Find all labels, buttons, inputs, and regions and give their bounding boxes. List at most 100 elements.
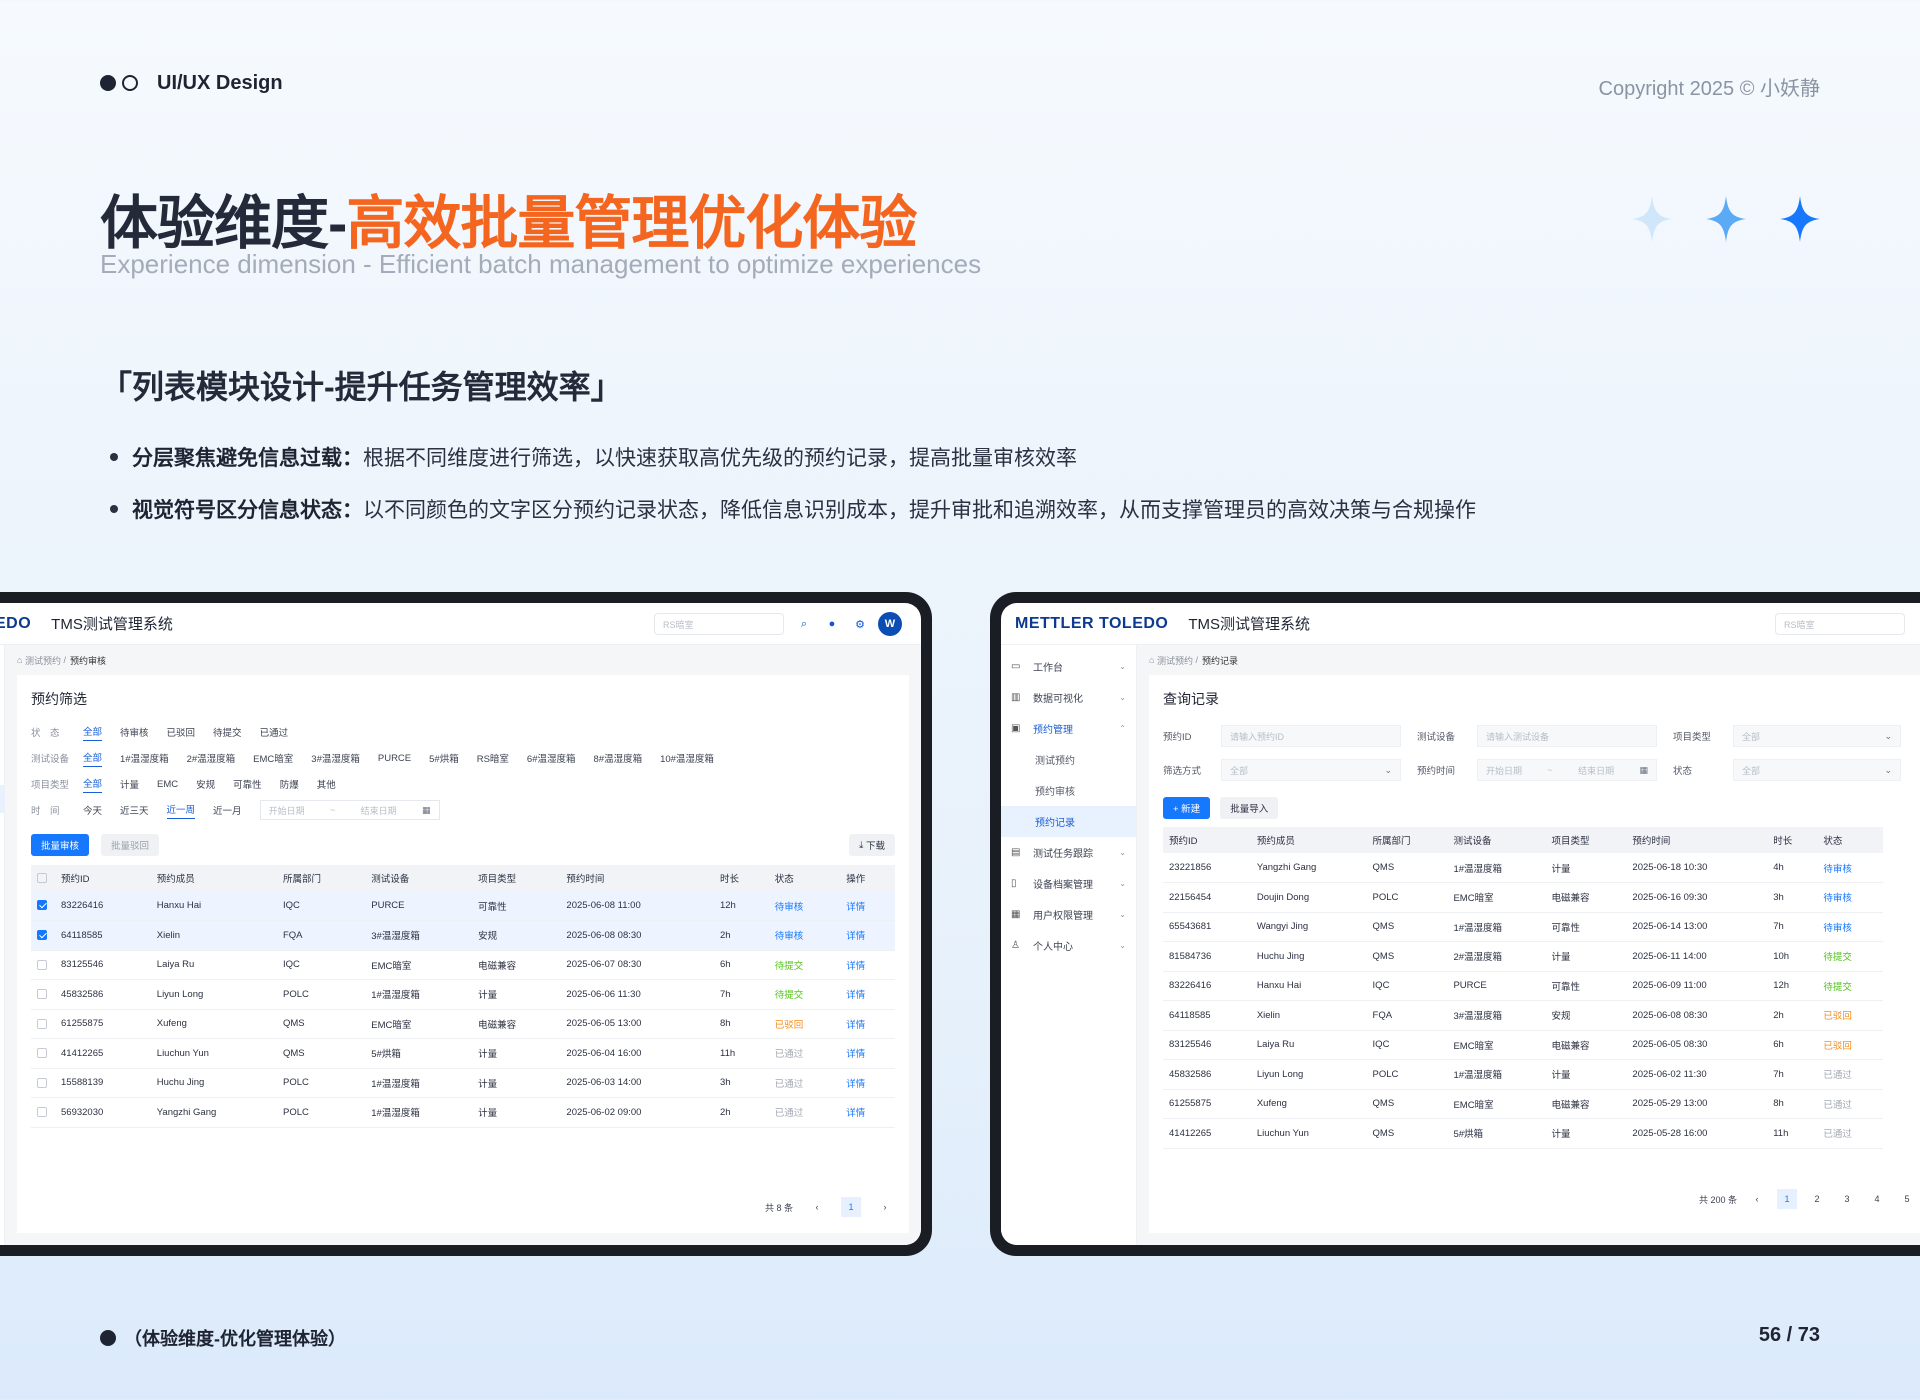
sidebar-item[interactable]: ▭ 工作台 ⌄: [1001, 651, 1136, 682]
table-row[interactable]: 61255875 Xufeng QMS EMC暗室 电磁兼容 2025-06-05 13:…: [31, 1009, 895, 1039]
sidebar-item[interactable]: ▯ 设备档案管理 ⌄: [1001, 868, 1136, 899]
table-row[interactable]: 23221856 Yangzhi Gang QMS 1#温湿度箱 计量 2025-06-1…: [1163, 853, 1883, 883]
detail-link[interactable]: 详情: [840, 1038, 895, 1069]
table-row[interactable]: 81584736 Huchu Jing QMS 2#温湿度箱 计量 2025-06-11 …: [1163, 941, 1883, 972]
filter-option[interactable]: 全部: [83, 750, 103, 767]
sidebar-item[interactable]: 预约审核: [1001, 775, 1136, 806]
filter-option[interactable]: 5#烘箱: [429, 751, 459, 765]
row-checkbox[interactable]: [31, 1068, 55, 1098]
detail-link[interactable]: 详情: [840, 1009, 895, 1039]
filter-option[interactable]: 已驳回: [167, 725, 196, 739]
download-button[interactable]: ⤓ 下载: [849, 834, 895, 856]
filter-option[interactable]: 10#温湿度箱: [660, 751, 714, 765]
sidebar-item[interactable]: ▥ 数据可视化 ⌄: [1001, 682, 1136, 713]
table-row[interactable]: 83125546 Laiya Ru IQC EMC暗室 电磁兼容 2025-06-07 0…: [31, 950, 895, 980]
filter-option[interactable]: 3#温湿度箱: [311, 751, 360, 765]
filter-option[interactable]: 其他: [317, 777, 336, 791]
breadcrumb-item[interactable]: 测试预约: [1157, 654, 1193, 667]
row-checkbox[interactable]: [31, 1009, 55, 1039]
detail-link[interactable]: 详情: [840, 950, 895, 980]
filter-option[interactable]: EMC: [157, 779, 178, 790]
filter-option[interactable]: 今天: [83, 803, 102, 817]
table-row[interactable]: 45832586 Liyun Long POLC 1#温湿度箱 计量 2025-06-02…: [1163, 1059, 1883, 1090]
date-range[interactable]: 开始日期 ~ 结束日期 ▦: [1477, 759, 1657, 781]
filter-option[interactable]: 可靠性: [233, 777, 262, 791]
sidebar-item[interactable]: 测试预约: [1001, 744, 1136, 775]
prev-page-button[interactable]: ‹: [807, 1197, 827, 1217]
filter-option[interactable]: 近一月: [213, 803, 242, 817]
filter-option[interactable]: 待审核: [120, 725, 149, 739]
device-input[interactable]: 请输入测试设备: [1477, 725, 1657, 747]
table-row[interactable]: 61255875 Xufeng QMS EMC暗室 电磁兼容 2025-05-29 13:…: [1163, 1089, 1883, 1119]
filter-option[interactable]: 6#温湿度箱: [527, 751, 576, 765]
row-checkbox[interactable]: [31, 1097, 55, 1128]
bell-icon[interactable]: ●: [821, 613, 843, 635]
breadcrumb-item[interactable]: 测试预约: [25, 654, 61, 667]
filter-option[interactable]: 防爆: [280, 777, 299, 791]
new-button[interactable]: + 新建: [1163, 797, 1211, 819]
row-checkbox[interactable]: [31, 950, 55, 980]
filter-option[interactable]: EMC暗室: [253, 751, 293, 765]
table-row[interactable]: 41412265 Liuchun Yun QMS 5#烘箱 计量 2025-06-04 1…: [31, 1038, 895, 1069]
filter-option[interactable]: 8#温湿度箱: [594, 751, 643, 765]
batch-approve-button[interactable]: 批量审核: [31, 834, 90, 856]
table-row[interactable]: 65543681 Wangyi Jing QMS 1#温湿度箱 可靠性 2025-06-1…: [1163, 912, 1883, 942]
table-row[interactable]: 83125546 Laiya Ru IQC EMC暗室 电磁兼容 2025-06-05 0…: [1163, 1030, 1883, 1060]
import-button[interactable]: 批量导入: [1220, 797, 1279, 819]
sidebar-item[interactable]: 预约记录: [1001, 806, 1136, 837]
date-range[interactable]: 开始日期 ~ 结束日期 ▦: [259, 800, 440, 820]
page-button[interactable]: 5: [1897, 1189, 1917, 1209]
row-checkbox[interactable]: [31, 920, 55, 951]
filter-option[interactable]: 全部: [83, 776, 103, 793]
table-row[interactable]: 83226416 Hanxu Hai IQC PURCE 可靠性 2025-06-09 1…: [1163, 971, 1883, 1001]
detail-link[interactable]: 详情: [840, 1097, 895, 1128]
sidebar-item[interactable]: ▦ 用户权限管理 ⌄: [1001, 899, 1136, 930]
filter-option[interactable]: 全部: [83, 724, 103, 741]
table-row[interactable]: 56932030 Yangzhi Gang POLC 1#温湿度箱 计量 2025-06-…: [31, 1097, 895, 1128]
page-button[interactable]: 1: [1777, 1189, 1798, 1209]
page-button[interactable]: 1: [841, 1197, 861, 1217]
home-icon[interactable]: ⌂: [17, 655, 22, 665]
sidebar-item[interactable]: ▣ 预约管理 ⌃: [1001, 713, 1136, 744]
filter-option[interactable]: 安规: [196, 777, 215, 791]
filter-option[interactable]: PURCE: [378, 753, 411, 764]
status-select[interactable]: 全部 ⌄: [1733, 759, 1901, 781]
table-row[interactable]: 15588139 Huchu Jing POLC 1#温湿度箱 计量 2025-06-03…: [31, 1068, 895, 1098]
filter-option[interactable]: 待提交: [213, 725, 242, 739]
avatar[interactable]: W: [878, 612, 902, 636]
filter-option[interactable]: 1#温湿度箱: [120, 751, 169, 765]
sidebar-item[interactable]: ♙ 个人中心 ⌄: [1001, 930, 1136, 961]
table-row[interactable]: 64118585 Xielin FQA 3#温湿度箱 安规 2025-06-08 08:3…: [31, 920, 895, 951]
type-select[interactable]: 全部 ⌄: [1733, 725, 1901, 747]
sidebar-item[interactable]: ▤ 测试任务跟踪 ⌄: [1001, 837, 1136, 868]
row-checkbox[interactable]: [31, 1038, 55, 1069]
mode-select[interactable]: 全部 ⌄: [1221, 759, 1401, 781]
filter-option[interactable]: 计量: [120, 777, 139, 791]
home-icon[interactable]: ⌂: [1149, 655, 1154, 665]
settings-icon[interactable]: ⚙: [849, 613, 871, 635]
table-row[interactable]: 41412265 Liuchun Yun QMS 5#烘箱 计量 2025-05-28 1…: [1163, 1118, 1883, 1149]
detail-link[interactable]: 详情: [840, 1068, 895, 1098]
search-input[interactable]: RS暗室: [654, 613, 784, 635]
detail-link[interactable]: 详情: [840, 979, 895, 1010]
page-button[interactable]: 3: [1837, 1189, 1857, 1209]
row-checkbox[interactable]: [31, 891, 55, 921]
detail-link[interactable]: 详情: [840, 920, 895, 951]
filter-option[interactable]: RS暗室: [477, 751, 509, 765]
table-row[interactable]: 83226416 Hanxu Hai IQC PURCE 可靠性 2025-06-08 1…: [31, 891, 895, 921]
id-input[interactable]: 请输入预约ID: [1221, 725, 1401, 747]
prev-page-button[interactable]: ‹: [1747, 1189, 1767, 1209]
detail-link[interactable]: 详情: [840, 891, 895, 921]
search-icon[interactable]: ⌕: [793, 613, 815, 635]
row-checkbox[interactable]: [31, 979, 55, 1010]
batch-reject-button[interactable]: 批量驳回: [101, 834, 160, 856]
next-page-button[interactable]: ›: [875, 1197, 895, 1217]
table-row[interactable]: 22156454 Doujin Dong POLC EMC暗室 电磁兼容 2025-06-…: [1163, 882, 1883, 913]
page-button[interactable]: 4: [1867, 1189, 1887, 1209]
table-row[interactable]: 45832586 Liyun Long POLC 1#温湿度箱 计量 2025-06-06…: [31, 979, 895, 1010]
search-input[interactable]: RS暗室: [1775, 613, 1905, 635]
page-button[interactable]: 2: [1807, 1189, 1827, 1209]
filter-option[interactable]: 已通过: [260, 725, 289, 739]
select-all-checkbox[interactable]: [31, 865, 55, 891]
table-row[interactable]: 64118585 Xielin FQA 3#温湿度箱 安规 2025-06-08 08:3…: [1163, 1000, 1883, 1031]
